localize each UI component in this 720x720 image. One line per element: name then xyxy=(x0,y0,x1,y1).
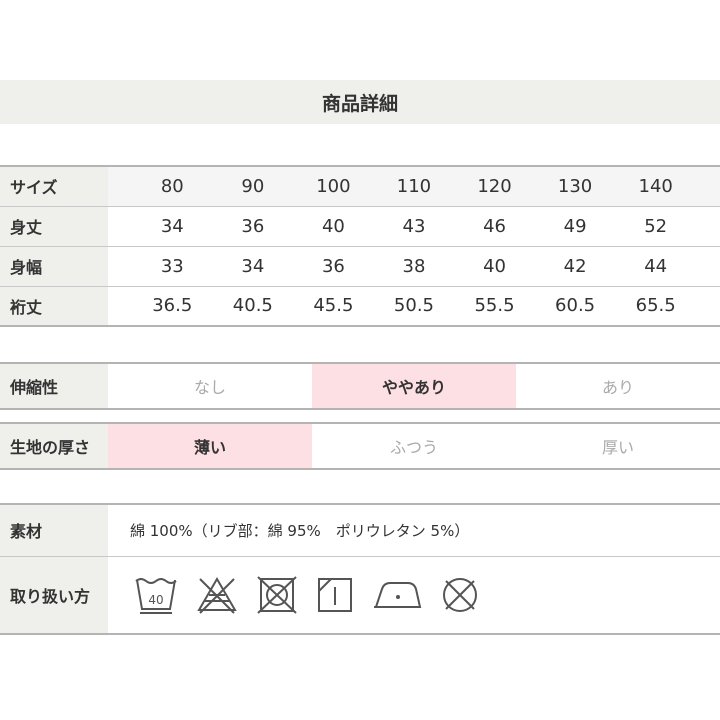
table-cell: 40.5 xyxy=(212,285,294,327)
no-tumble-dry-icon xyxy=(257,576,297,614)
material-value: 綿 100%（リブ部：綿 95% ポリウレタン 5%） xyxy=(108,503,720,557)
table-cell: 45.5 xyxy=(293,285,374,327)
size-140: 140 xyxy=(615,165,696,207)
table-row: 裄丈 36.5 40.5 45.5 50.5 55.5 60.5 65.5 xyxy=(0,285,720,327)
table-cell: 65.5 xyxy=(615,285,696,327)
iron-low-icon xyxy=(374,581,422,608)
table-cell: 40 xyxy=(293,205,374,247)
row-label-width: 身幅 xyxy=(0,245,108,287)
table-row: 身幅 33 34 36 38 40 42 44 xyxy=(0,245,720,287)
size-110: 110 xyxy=(373,165,455,207)
no-dry-clean-icon xyxy=(443,577,477,612)
size-table: サイズ 80 90 100 110 120 130 140 身丈 34 36 4… xyxy=(0,165,720,327)
thickness-option-thin: 薄い xyxy=(108,422,312,470)
stretch-option-none: なし xyxy=(108,362,312,410)
line-dry-shade-icon xyxy=(318,577,352,612)
care-icons: 40 xyxy=(108,575,720,615)
table-cell: 33 xyxy=(132,245,213,287)
table-cell: 36 xyxy=(212,205,294,247)
size-header-label: サイズ xyxy=(0,165,108,207)
size-130: 130 xyxy=(534,165,616,207)
wash-40-icon: 40 xyxy=(135,577,177,614)
table-cell: 43 xyxy=(373,205,455,247)
table-cell: 60.5 xyxy=(534,285,616,327)
size-90: 90 xyxy=(212,165,294,207)
wash-temp-label: 40 xyxy=(148,593,163,607)
size-header-row: サイズ 80 90 100 110 120 130 140 xyxy=(0,165,720,207)
row-label-sleeve: 裄丈 xyxy=(0,285,108,327)
thickness-scale: 生地の厚さ 薄い ふつう 厚い xyxy=(0,422,720,470)
table-cell: 55.5 xyxy=(454,285,535,327)
stretch-option-yes: あり xyxy=(516,362,720,410)
page-title: 商品詳細 xyxy=(0,80,720,124)
table-row: 身丈 34 36 40 43 46 49 52 xyxy=(0,205,720,247)
stretch-option-slight: ややあり xyxy=(312,362,516,410)
stretch-scale: 伸縮性 なし ややあり あり xyxy=(0,362,720,410)
stretch-label: 伸縮性 xyxy=(0,362,108,410)
table-cell: 46 xyxy=(454,205,535,247)
table-cell: 38 xyxy=(373,245,455,287)
thickness-label: 生地の厚さ xyxy=(0,422,108,470)
table-cell: 34 xyxy=(132,205,213,247)
care-icons-cell: 40 xyxy=(108,556,720,635)
table-cell: 34 xyxy=(212,245,294,287)
no-bleach-icon xyxy=(197,576,237,614)
table-cell: 49 xyxy=(534,205,616,247)
material-table: 素材 綿 100%（リブ部：綿 95% ポリウレタン 5%） 取り扱い方 40 xyxy=(0,503,720,635)
table-cell: 44 xyxy=(615,245,696,287)
table-cell: 40 xyxy=(454,245,535,287)
table-cell: 36.5 xyxy=(132,285,213,327)
size-100: 100 xyxy=(293,165,374,207)
size-120: 120 xyxy=(454,165,535,207)
table-cell: 36 xyxy=(293,245,374,287)
row-label-length: 身丈 xyxy=(0,205,108,247)
care-label: 取り扱い方 xyxy=(0,556,108,635)
thickness-option-thick: 厚い xyxy=(516,422,720,470)
size-80: 80 xyxy=(132,165,213,207)
table-cell: 42 xyxy=(534,245,616,287)
table-cell: 52 xyxy=(615,205,696,247)
material-label: 素材 xyxy=(0,503,108,557)
table-cell: 50.5 xyxy=(373,285,455,327)
thickness-option-normal: ふつう xyxy=(312,422,516,470)
